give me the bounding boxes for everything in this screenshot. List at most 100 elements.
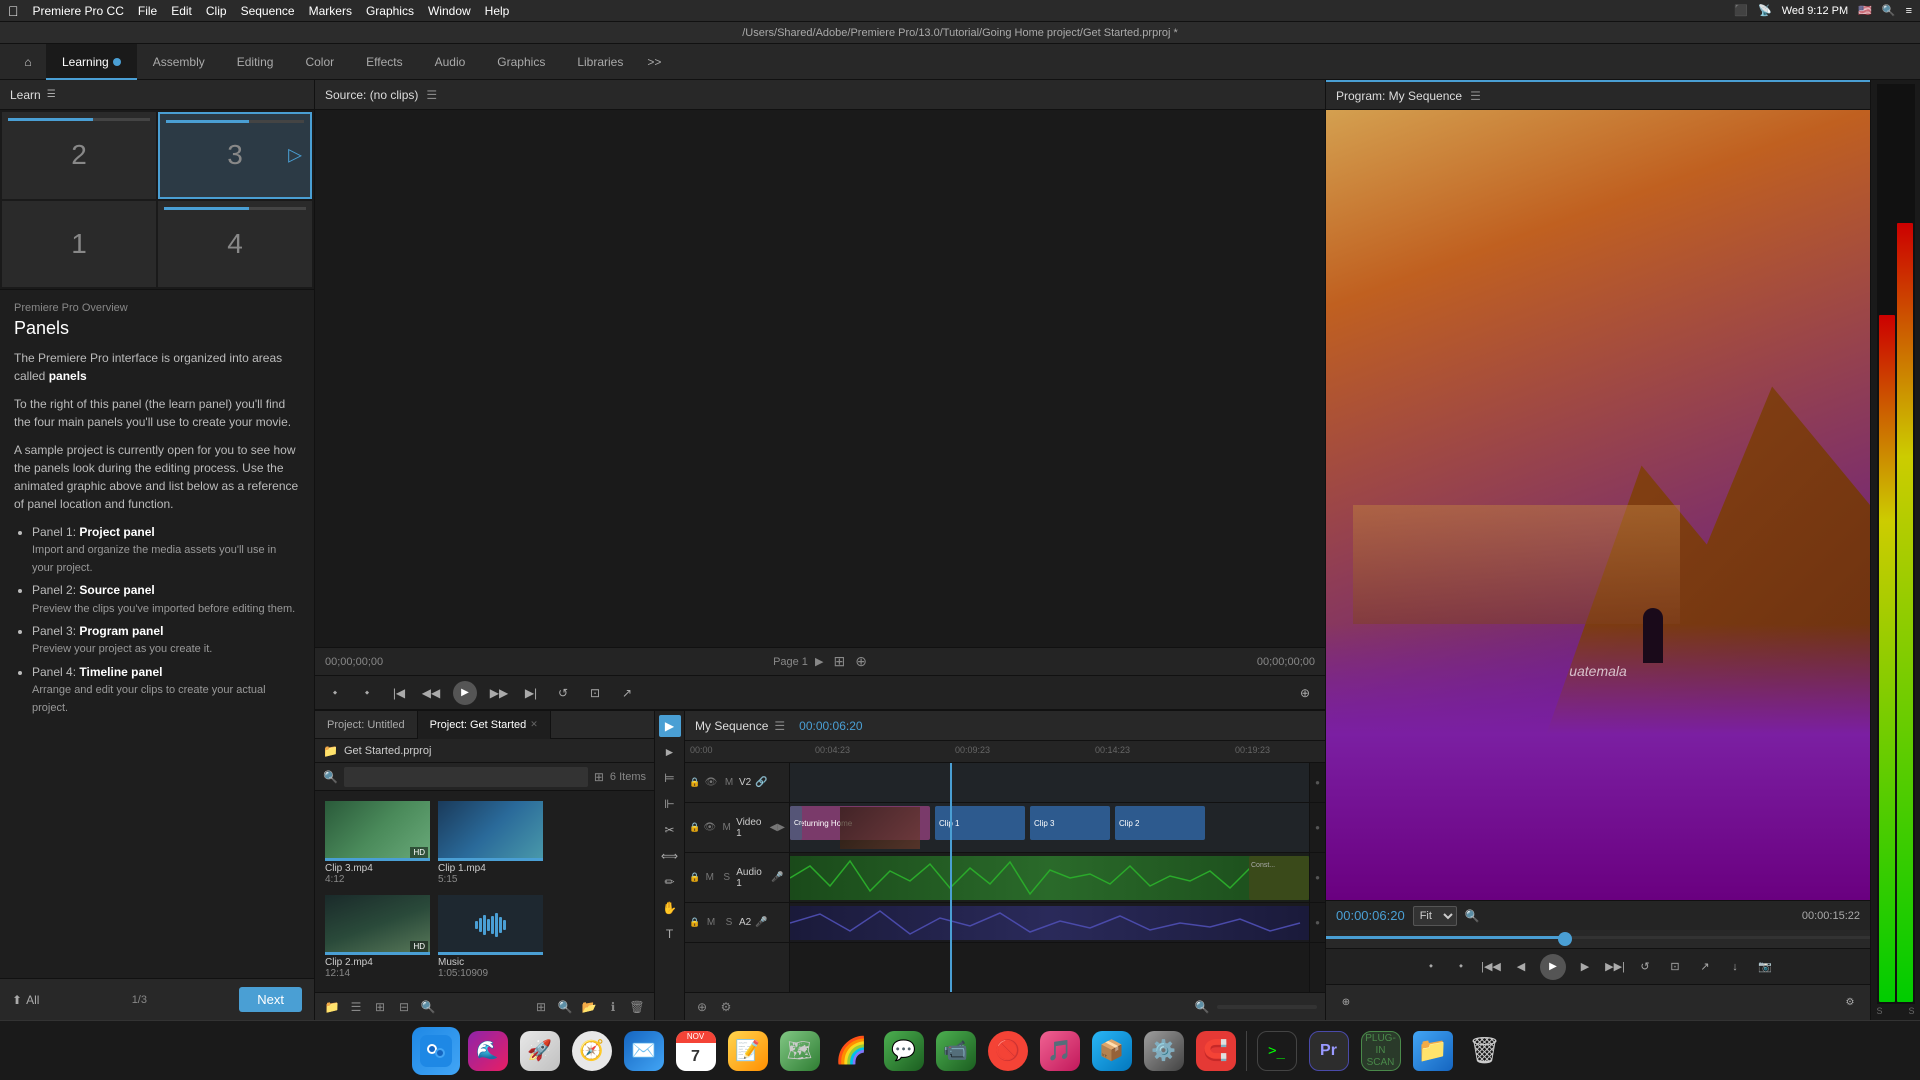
delete-icon[interactable]: 🗑 [628, 998, 646, 1016]
overwrite-icon[interactable]: ↓ [1724, 956, 1746, 978]
resize-v1[interactable]: ● [1310, 803, 1325, 853]
tl-zoom-icon[interactable]: 🔍 [1193, 998, 1211, 1016]
lock-icon-v1[interactable]: 🔒 [689, 822, 700, 834]
control-center-icon[interactable]: ≡ [1906, 5, 1912, 17]
razor-tool[interactable]: ✂ [659, 819, 681, 841]
lock-icon-a2[interactable]: 🔒 [689, 917, 701, 929]
insert-icon[interactable]: ↗ [617, 683, 637, 703]
track-vol-icon[interactable]: ◀▶ [770, 820, 785, 836]
dock-siri[interactable]: 🌊 [464, 1027, 512, 1075]
step-back-icon[interactable]: |◀ [389, 683, 409, 703]
fast-forward-icon[interactable]: ▶▶ [489, 683, 509, 703]
dock-mail[interactable]: ✉️ [620, 1027, 668, 1075]
add-to-sequence-icon[interactable]: ⊕ [1295, 683, 1315, 703]
dock-adguard[interactable]: 🚫 [984, 1027, 1032, 1075]
tab-more[interactable]: >> [639, 44, 669, 80]
tab-libraries[interactable]: Libraries [561, 44, 639, 80]
project-search-input[interactable] [344, 767, 588, 787]
zoom-icon[interactable]: 🔍 [1465, 909, 1480, 923]
menu-clip[interactable]: Clip [206, 4, 227, 18]
icon-view-icon[interactable]: ⊞ [371, 998, 389, 1016]
all-button[interactable]: ⬆ All [12, 993, 39, 1007]
learn-menu-icon[interactable]: ☰ [47, 89, 56, 100]
go-to-in-icon[interactable]: |◀◀ [1480, 956, 1502, 978]
home-tab[interactable]: ⌂ [10, 44, 46, 80]
clip-item-3[interactable]: HD Clip 3.mp4 4:12 [325, 801, 430, 887]
rewind-icon[interactable]: ◀◀ [421, 683, 441, 703]
dock-music[interactable]: 🎵 [1036, 1027, 1084, 1075]
tab-assembly[interactable]: Assembly [137, 44, 221, 80]
lock-icon[interactable]: 🔒 [689, 777, 701, 789]
safe-margins-icon[interactable]: ⊡ [1664, 956, 1686, 978]
menu-file[interactable]: File [138, 4, 157, 18]
info-icon[interactable]: ℹ [604, 998, 622, 1016]
mute-icon-a2[interactable]: M [703, 915, 719, 931]
dock-safari[interactable]: 🧭 [568, 1027, 616, 1075]
dock-finder-folder[interactable]: 📁 [1409, 1027, 1457, 1075]
zoom-out-icon[interactable]: 🔍 [419, 998, 437, 1016]
clip-1-timeline[interactable]: Clip 1 [935, 806, 1025, 840]
tab-editing[interactable]: Editing [221, 44, 290, 80]
lock-icon-a1[interactable]: 🔒 [689, 872, 700, 884]
mark-out-icon[interactable]: ⬩ [1450, 956, 1472, 978]
dock-photos[interactable]: 🌈 [828, 1027, 876, 1075]
mute-icon-a1[interactable]: M [702, 870, 717, 886]
dock-premiere[interactable]: Pr [1305, 1027, 1353, 1075]
dock-appstore[interactable]: 📦 [1088, 1027, 1136, 1075]
solo-icon-a2[interactable]: S [721, 915, 737, 931]
loop-icon[interactable]: ↺ [1634, 956, 1656, 978]
dock-trash[interactable]: 🗑 [1461, 1027, 1509, 1075]
menu-edit[interactable]: Edit [171, 4, 192, 18]
quality-select[interactable]: Fit Full 1/2 1/4 [1413, 906, 1457, 926]
tab-effects[interactable]: Effects [350, 44, 418, 80]
mic2-icon[interactable]: 🎤 [753, 915, 769, 931]
program-menu-icon[interactable]: ☰ [1470, 89, 1481, 103]
menu-graphics[interactable]: Graphics [366, 4, 414, 18]
program-scrubber[interactable] [1326, 930, 1870, 948]
menu-sequence[interactable]: Sequence [241, 4, 295, 18]
hand-tool[interactable]: ✋ [659, 897, 681, 919]
thumb-2[interactable]: 2 [2, 112, 156, 199]
insert-icon[interactable]: ↗ [1694, 956, 1716, 978]
text-tool[interactable]: T [659, 923, 681, 945]
resize-a2[interactable]: ● [1310, 903, 1325, 943]
mark-out-icon[interactable]: ⬩ [357, 683, 377, 703]
go-to-out-icon[interactable]: ▶▶| [1604, 956, 1626, 978]
step-forward-icon[interactable]: ▶ [1574, 956, 1596, 978]
safe-margins-icon[interactable]: ⊡ [585, 683, 605, 703]
solo-icon-a1[interactable]: S [719, 870, 734, 886]
tab-audio[interactable]: Audio [419, 44, 482, 80]
dock-finder[interactable] [412, 1027, 460, 1075]
freeform-icon[interactable]: ⊟ [395, 998, 413, 1016]
thumb-4[interactable]: 4 [158, 201, 312, 288]
dock-facetime[interactable]: 📹 [932, 1027, 980, 1075]
step-forward-icon[interactable]: ▶| [521, 683, 541, 703]
visibility-icon-v1[interactable]: 👁 [702, 820, 717, 836]
settings-icon[interactable]: ⚙ [1840, 993, 1860, 1013]
tl-add-track-icon[interactable]: ⊕ [693, 998, 711, 1016]
tl-zoom-slider[interactable] [1217, 1005, 1317, 1009]
menu-window[interactable]: Window [428, 4, 471, 18]
clip-item-1[interactable]: Clip 1.mp4 5:15 [438, 801, 543, 887]
step-back-icon[interactable]: ◀ [1510, 956, 1532, 978]
export-frame-icon[interactable]: 📷 [1754, 956, 1776, 978]
dock-system-prefs[interactable]: ⚙️ [1140, 1027, 1188, 1075]
dock-notes[interactable]: 📝 [724, 1027, 772, 1075]
search-menu-icon[interactable]: 🔍 [1882, 4, 1896, 17]
resize-v2[interactable]: ● [1310, 763, 1325, 803]
dock-calendar[interactable]: NOV 7 [672, 1027, 720, 1075]
mark-in-icon[interactable]: ⬩ [1420, 956, 1442, 978]
dock-magnet[interactable]: 🧲 [1192, 1027, 1240, 1075]
source-add-icon[interactable]: ⊕ [855, 653, 867, 670]
resize-a1[interactable]: ● [1310, 853, 1325, 903]
source-menu-icon[interactable]: ☰ [426, 88, 437, 102]
selection-tool[interactable]: ▶ [659, 715, 681, 737]
page-forward-icon[interactable]: ▶ [815, 656, 823, 668]
scrubber-thumb[interactable] [1558, 932, 1572, 946]
search-icon2[interactable]: ⊞ [594, 770, 604, 784]
rolling-edit-tool[interactable]: ⊩ [659, 793, 681, 815]
thumb-3[interactable]: 3 ▷ [158, 112, 312, 199]
list-view-icon[interactable]: ☰ [347, 998, 365, 1016]
mute-icon-v1[interactable]: M [719, 820, 734, 836]
ripple-edit-tool[interactable]: ⊨ [659, 767, 681, 789]
